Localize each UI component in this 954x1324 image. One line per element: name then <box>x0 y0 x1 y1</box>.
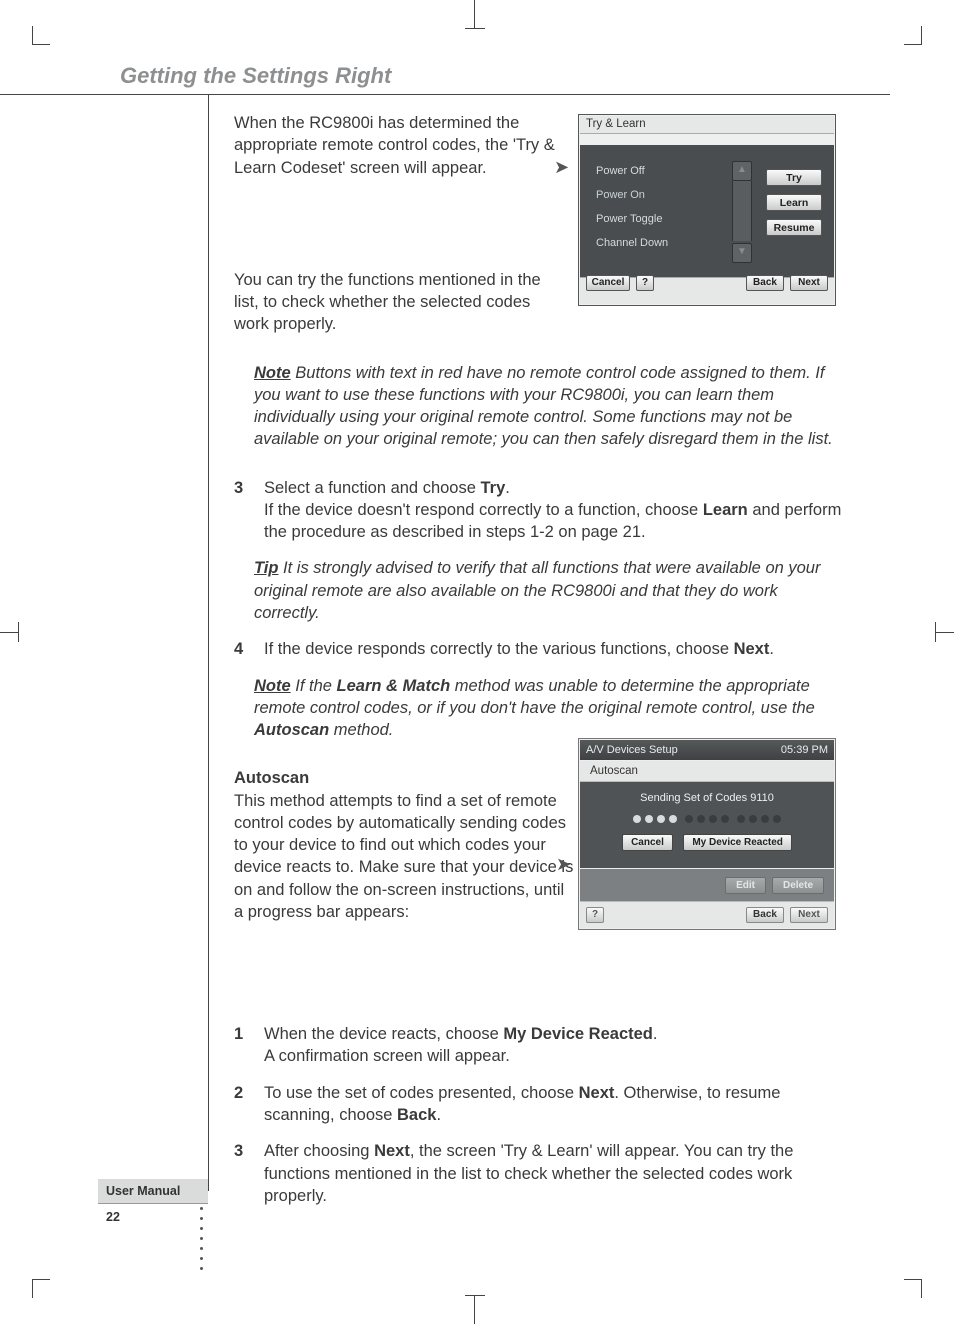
note-label: Note <box>254 364 291 382</box>
next-button: Next <box>790 907 828 923</box>
footer-label: User Manual <box>98 1179 208 1203</box>
device-reacted-button[interactable]: My Device Reacted <box>683 834 792 851</box>
list-item[interactable]: Power Toggle <box>594 207 728 231</box>
step-4-line: If the device responds correctly to the … <box>264 638 844 660</box>
paragraph-intro: When the RC9800i has determined the appr… <box>234 112 560 179</box>
note-callout: Note Buttons with text in red have no re… <box>234 362 844 451</box>
decorative-dots <box>200 1207 203 1270</box>
help-button[interactable]: ? <box>636 275 654 291</box>
try-button[interactable]: Try <box>766 169 822 186</box>
autoscan-step-1a: When the device reacts, choose My Device… <box>264 1023 844 1045</box>
step-3-line1: Select a function and choose Try. <box>264 477 844 499</box>
autoscan-step-2: To use the set of codes presented, choos… <box>264 1082 844 1127</box>
cancel-button[interactable]: Cancel <box>586 275 630 291</box>
step-number: 4 <box>234 638 248 660</box>
paragraph-autoscan: This method attempts to find a set of re… <box>234 790 576 924</box>
resume-button[interactable]: Resume <box>766 219 822 236</box>
paragraph-try-list: You can try the functions mentioned in t… <box>234 269 560 336</box>
step-number: 2 <box>234 1082 248 1127</box>
tip-label: Tip <box>254 559 278 577</box>
back-button[interactable]: Back <box>746 907 784 923</box>
window-title: Try & Learn <box>580 116 834 134</box>
progress-dots <box>580 810 834 828</box>
next-button[interactable]: Next <box>790 275 828 291</box>
arrow-icon: ➤ <box>554 157 569 178</box>
function-list[interactable]: Power Off Power On Power Toggle Channel … <box>594 159 728 263</box>
status-text: Sending Set of Codes 9110 <box>580 792 834 804</box>
edit-button: Edit <box>725 877 766 894</box>
back-button[interactable]: Back <box>746 275 784 291</box>
tip-text: It is strongly advised to verify that al… <box>254 559 820 622</box>
note-callout-2: Note If the Learn & Match method was una… <box>234 675 844 742</box>
step-number: 3 <box>234 1140 248 1207</box>
arrow-icon: ➤ <box>556 854 571 875</box>
note-label: Note <box>254 677 291 695</box>
note-text: Buttons with text in red have no remote … <box>254 364 833 449</box>
delete-button: Delete <box>772 877 824 894</box>
section-label: Autoscan <box>580 761 834 782</box>
autoscan-step-3: After choosing Next, the screen 'Try & L… <box>264 1140 844 1207</box>
window-title: A/V Devices Setup <box>586 740 678 760</box>
margin-vertical-rule <box>208 95 209 1191</box>
scrollbar[interactable] <box>732 181 752 241</box>
list-item[interactable]: Power On <box>594 183 728 207</box>
scroll-down-icon[interactable]: ▼ <box>732 243 752 263</box>
step-3-line2: If the device doesn't respond correctly … <box>264 499 844 544</box>
scroll-up-icon[interactable]: ▲ <box>732 161 752 181</box>
autoscan-step-1b: A confirmation screen will appear. <box>264 1045 844 1067</box>
step-number: 3 <box>234 477 248 544</box>
list-item[interactable]: Power Off <box>594 159 728 183</box>
step-number: 1 <box>234 1023 248 1068</box>
help-button[interactable]: ? <box>586 907 604 923</box>
clock-label: 05:39 PM <box>781 740 828 760</box>
learn-button[interactable]: Learn <box>766 194 822 211</box>
screenshot-autoscan: A/V Devices Setup 05:39 PM Autoscan Send… <box>578 738 836 930</box>
page-number: 22 <box>98 1203 208 1230</box>
tip-callout: Tip It is strongly advised to verify tha… <box>234 557 844 624</box>
list-item[interactable]: Channel Down <box>594 231 728 255</box>
section-title: Getting the Settings Right <box>120 63 391 89</box>
cancel-button[interactable]: Cancel <box>622 834 673 851</box>
screenshot-try-learn: Try & Learn Power Off Power On Power Tog… <box>578 114 836 306</box>
header-rule <box>0 94 890 95</box>
